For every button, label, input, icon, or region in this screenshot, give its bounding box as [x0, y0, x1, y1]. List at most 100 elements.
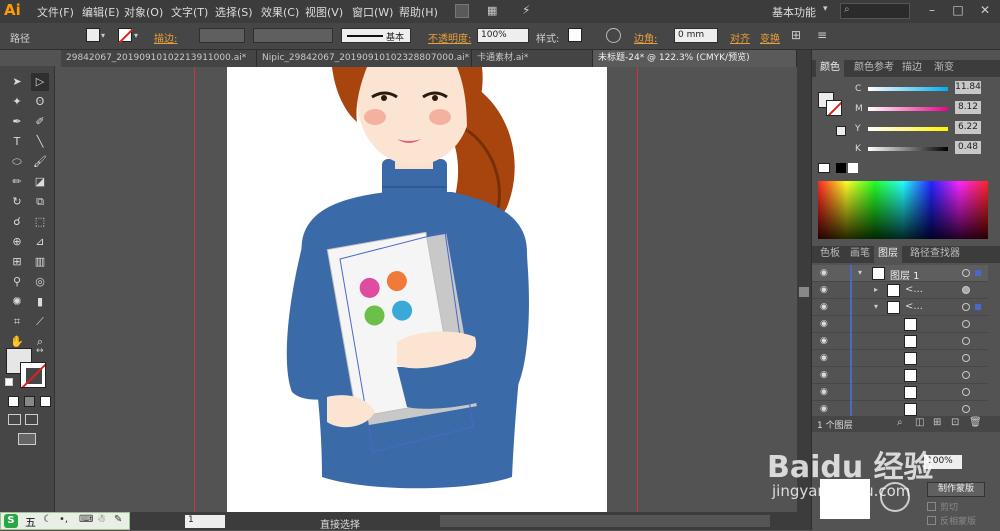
settings-icon[interactable]: ✎	[114, 514, 122, 525]
artboard[interactable]	[227, 67, 607, 517]
target-circle-icon[interactable]	[962, 388, 970, 396]
menu-window[interactable]: 窗口(W)	[352, 4, 393, 20]
menu-view[interactable]: 视图(V)	[305, 4, 343, 20]
target-circle-icon[interactable]	[962, 405, 970, 413]
layer-row-path[interactable]: ◉	[812, 350, 988, 367]
scrollbar-thumb[interactable]	[799, 287, 809, 297]
none-mode-icon[interactable]	[40, 396, 51, 407]
eye-icon[interactable]: ◉	[820, 353, 830, 363]
layer-row-path[interactable]: ◉	[812, 333, 988, 350]
cartoon-woman-illustration[interactable]	[227, 67, 607, 517]
sublayer-name[interactable]: <...	[905, 301, 923, 312]
minimize-button[interactable]: –	[922, 3, 942, 19]
tab-document-3[interactable]: 卡通素材.ai*	[472, 50, 593, 67]
tab-pathfinder[interactable]: 路径查找器	[906, 246, 964, 263]
scale-tool-icon[interactable]: ⧉	[31, 193, 49, 211]
menu-help[interactable]: 帮助(H)	[399, 4, 438, 20]
target-circle-icon[interactable]	[962, 303, 970, 311]
slider-k-track[interactable]	[868, 147, 948, 151]
gradient-tool-icon[interactable]: ▥	[31, 253, 49, 271]
layer-row-top[interactable]: ◉ ▾ 图层 1	[812, 265, 988, 282]
eye-icon[interactable]: ◉	[820, 268, 830, 278]
new-sublayer-icon[interactable]: ⊞	[933, 417, 941, 428]
menu-select[interactable]: 选择(S)	[215, 4, 253, 20]
search-input[interactable]: ⌕	[840, 3, 910, 19]
slider-k-value[interactable]: 0.48	[955, 141, 981, 154]
make-mask-button[interactable]: 制作蒙版	[927, 482, 985, 497]
target-circle-icon[interactable]	[962, 286, 970, 294]
tab-layers[interactable]: 图层	[874, 246, 902, 263]
eyedropper-tool-icon[interactable]: ⚲	[8, 273, 26, 291]
pen-tool-icon[interactable]: ✒	[8, 113, 26, 131]
gradient-mode-icon[interactable]	[24, 396, 35, 407]
brush-definition-dropdown[interactable]: 基本	[341, 28, 411, 43]
rotate-tool-icon[interactable]: ↻	[8, 193, 26, 211]
skin-icon[interactable]: ☃	[97, 514, 106, 525]
menu-file[interactable]: 文件(F)	[37, 4, 74, 20]
free-transform-tool-icon[interactable]: ⬚	[31, 213, 49, 231]
tab-color-guide[interactable]: 颜色参考	[850, 60, 898, 77]
menu-effect[interactable]: 效果(C)	[261, 4, 299, 20]
arrange-documents-icon[interactable]: ▦	[487, 4, 505, 18]
paintbrush-tool-icon[interactable]: 🖌	[31, 153, 49, 171]
layer-row-path[interactable]: ◉	[812, 384, 988, 401]
ellipse-tool-icon[interactable]: ⬭	[8, 153, 26, 171]
punctuation-icon[interactable]: •,	[59, 514, 68, 525]
chevron-down-icon[interactable]: ▾	[101, 31, 105, 40]
transform-link[interactable]: 变换	[760, 30, 780, 45]
tab-color[interactable]: 颜色	[816, 60, 844, 77]
slider-c-value[interactable]: 11.84	[955, 81, 981, 94]
slider-m-value[interactable]: 8.12	[955, 101, 981, 114]
eye-icon[interactable]: ◉	[820, 370, 830, 380]
menu-edit[interactable]: 编辑(E)	[82, 4, 120, 20]
opacity-field[interactable]: 100%	[477, 28, 529, 43]
eraser-tool-icon[interactable]: ◪	[31, 173, 49, 191]
tab-swatches[interactable]: 色板	[816, 246, 844, 263]
align-link[interactable]: 对齐	[730, 30, 750, 45]
layer-row-path[interactable]: ◉	[812, 367, 988, 384]
target-circle-icon[interactable]	[962, 371, 970, 379]
layer-row-group-2[interactable]: ◉ ▾ <...	[812, 299, 988, 316]
corner-label[interactable]: 边角:	[634, 30, 657, 45]
menu-object[interactable]: 对象(O)	[124, 4, 163, 20]
draw-normal-icon[interactable]	[8, 414, 21, 425]
tab-brushes[interactable]: 画笔	[846, 246, 874, 263]
input-mode-label[interactable]: 五	[25, 514, 36, 530]
eye-icon[interactable]: ◉	[820, 319, 830, 329]
pencil-tool-icon[interactable]: ✏	[8, 173, 26, 191]
blend-tool-icon[interactable]: ◎	[31, 273, 49, 291]
eye-icon[interactable]: ◉	[820, 336, 830, 346]
line-tool-icon[interactable]: ╲	[31, 133, 49, 151]
draw-behind-icon[interactable]	[25, 414, 38, 425]
curvature-tool-icon[interactable]: ✐	[31, 113, 49, 131]
slice-tool-icon[interactable]: ⟋	[31, 313, 49, 331]
maximize-button[interactable]: □	[948, 3, 968, 19]
color-spectrum[interactable]	[818, 181, 988, 239]
tab-document-2[interactable]: Nipic_29842067_20190910102328807000.ai*	[257, 50, 472, 67]
slider-y-track[interactable]	[868, 127, 948, 131]
lasso-tool-icon[interactable]: ʘ	[31, 93, 49, 111]
slider-y-value[interactable]: 6.22	[955, 121, 981, 134]
target-circle-icon[interactable]	[962, 269, 970, 277]
tab-document-active[interactable]: 未标题-24* @ 122.3% (CMYK/预览)	[593, 50, 797, 67]
target-circle-icon[interactable]	[962, 354, 970, 362]
none-color-swatch[interactable]	[818, 163, 830, 173]
slider-c-track[interactable]	[868, 87, 948, 91]
close-button[interactable]: ✕	[975, 3, 995, 19]
canvas-area[interactable]	[61, 67, 797, 517]
column-graph-tool-icon[interactable]: ▮	[31, 293, 49, 311]
stroke-weight-dropdown[interactable]	[199, 28, 245, 43]
target-circle-icon[interactable]	[962, 337, 970, 345]
warp-tool-icon[interactable]: ☌	[8, 213, 26, 231]
workspace-switcher[interactable]: 基本功能	[772, 4, 816, 20]
panel-options-icon[interactable]: ≡	[817, 28, 827, 42]
locate-object-icon[interactable]: ⌕	[897, 417, 903, 428]
screen-mode-icon[interactable]	[18, 433, 36, 445]
isolate-icon[interactable]: ⊞	[791, 28, 801, 42]
new-layer-icon[interactable]: ⊡	[951, 417, 959, 428]
swap-colors-icon[interactable]: ↔	[36, 346, 44, 356]
stroke-label[interactable]: 描边:	[154, 30, 177, 45]
layer-row-group-1[interactable]: ◉ ▸ <...	[812, 282, 988, 299]
eye-icon[interactable]: ◉	[820, 387, 830, 397]
horizontal-scrollbar[interactable]	[440, 515, 770, 527]
